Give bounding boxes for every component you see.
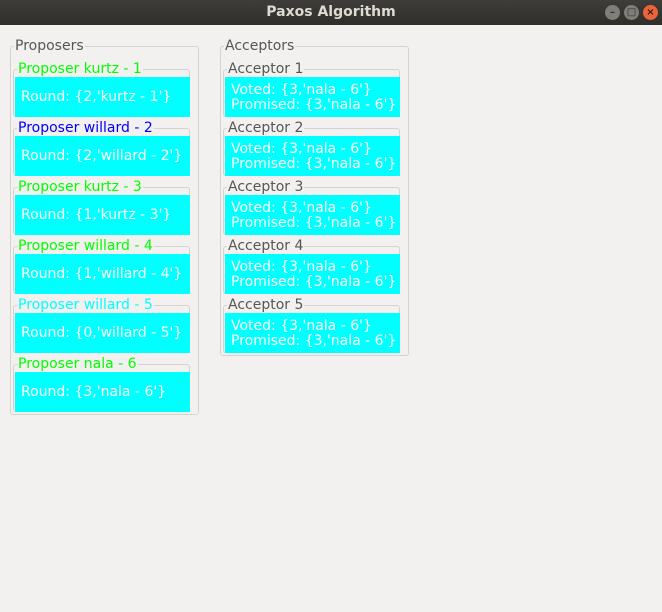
proposer-title: Proposer willard - 2 (17, 119, 154, 137)
window-titlebar[interactable]: Paxos Algorithm – □ × (0, 0, 662, 25)
acceptor-title: Acceptor 3 (227, 178, 305, 196)
proposer-box: Proposer willard - 4 Round: {1,'willard … (13, 237, 190, 294)
proposer-box: Proposer nala - 6 Round: {3,'nala - 6'} (13, 355, 190, 412)
maximize-icon[interactable]: □ (624, 5, 639, 20)
proposers-group-title: Proposers (14, 37, 85, 55)
acceptor-box: Acceptor 1 Voted: {3,'nala - 6'} Promise… (223, 60, 400, 117)
proposer-box: Proposer kurtz - 3 Round: {1,'kurtz - 3'… (13, 178, 190, 235)
acceptor-promised: Promised: {3,'nala - 6'} (231, 215, 397, 231)
acceptor-title: Acceptor 4 (227, 237, 305, 255)
minimize-icon[interactable]: – (605, 5, 620, 20)
proposer-title: Proposer willard - 4 (17, 237, 154, 255)
acceptor-title: Acceptor 2 (227, 119, 305, 137)
acceptor-voted: Voted: {3,'nala - 6'} (231, 141, 372, 157)
proposer-round: Round: {1,'kurtz - 3'} (15, 195, 190, 235)
acceptors-group: Acceptors Acceptor 1 Voted: {3,'nala - 6… (220, 37, 409, 356)
window-title: Paxos Algorithm (266, 4, 396, 20)
acceptor-promised: Promised: {3,'nala - 6'} (231, 156, 397, 172)
acceptor-voted: Voted: {3,'nala - 6'} (231, 200, 372, 216)
acceptor-voted: Voted: {3,'nala - 6'} (231, 82, 372, 98)
acceptor-voted: Voted: {3,'nala - 6'} (231, 259, 372, 275)
acceptor-status: Voted: {3,'nala - 6'} Promised: {3,'nala… (225, 313, 400, 353)
proposer-title: Proposer kurtz - 1 (17, 60, 143, 78)
acceptor-title: Acceptor 1 (227, 60, 305, 78)
proposer-title: Proposer willard - 5 (17, 296, 154, 314)
proposer-round: Round: {0,'willard - 5'} (15, 313, 190, 353)
proposer-box: Proposer willard - 2 Round: {2,'willard … (13, 119, 190, 176)
acceptor-box: Acceptor 3 Voted: {3,'nala - 6'} Promise… (223, 178, 400, 235)
proposer-box: Proposer kurtz - 1 Round: {2,'kurtz - 1'… (13, 60, 190, 117)
proposer-round: Round: {3,'nala - 6'} (15, 372, 190, 412)
acceptor-box: Acceptor 5 Voted: {3,'nala - 6'} Promise… (223, 296, 400, 353)
acceptor-box: Acceptor 2 Voted: {3,'nala - 6'} Promise… (223, 119, 400, 176)
proposer-title: Proposer kurtz - 3 (17, 178, 143, 196)
proposer-title: Proposer nala - 6 (17, 355, 138, 373)
proposer-round: Round: {2,'kurtz - 1'} (15, 77, 190, 117)
acceptor-status: Voted: {3,'nala - 6'} Promised: {3,'nala… (225, 195, 400, 235)
close-icon[interactable]: × (643, 5, 658, 20)
acceptor-promised: Promised: {3,'nala - 6'} (231, 333, 397, 349)
proposer-round: Round: {2,'willard - 2'} (15, 136, 190, 176)
acceptor-box: Acceptor 4 Voted: {3,'nala - 6'} Promise… (223, 237, 400, 294)
acceptor-voted: Voted: {3,'nala - 6'} (231, 318, 372, 334)
proposer-round: Round: {1,'willard - 4'} (15, 254, 190, 294)
acceptor-promised: Promised: {3,'nala - 6'} (231, 274, 397, 290)
proposers-group: Proposers Proposer kurtz - 1 Round: {2,'… (10, 37, 199, 415)
acceptor-status: Voted: {3,'nala - 6'} Promised: {3,'nala… (225, 254, 400, 294)
acceptor-promised: Promised: {3,'nala - 6'} (231, 97, 397, 113)
acceptor-status: Voted: {3,'nala - 6'} Promised: {3,'nala… (225, 77, 400, 117)
acceptors-group-title: Acceptors (224, 37, 296, 55)
acceptor-title: Acceptor 5 (227, 296, 305, 314)
acceptor-status: Voted: {3,'nala - 6'} Promised: {3,'nala… (225, 136, 400, 176)
proposer-box: Proposer willard - 5 Round: {0,'willard … (13, 296, 190, 353)
